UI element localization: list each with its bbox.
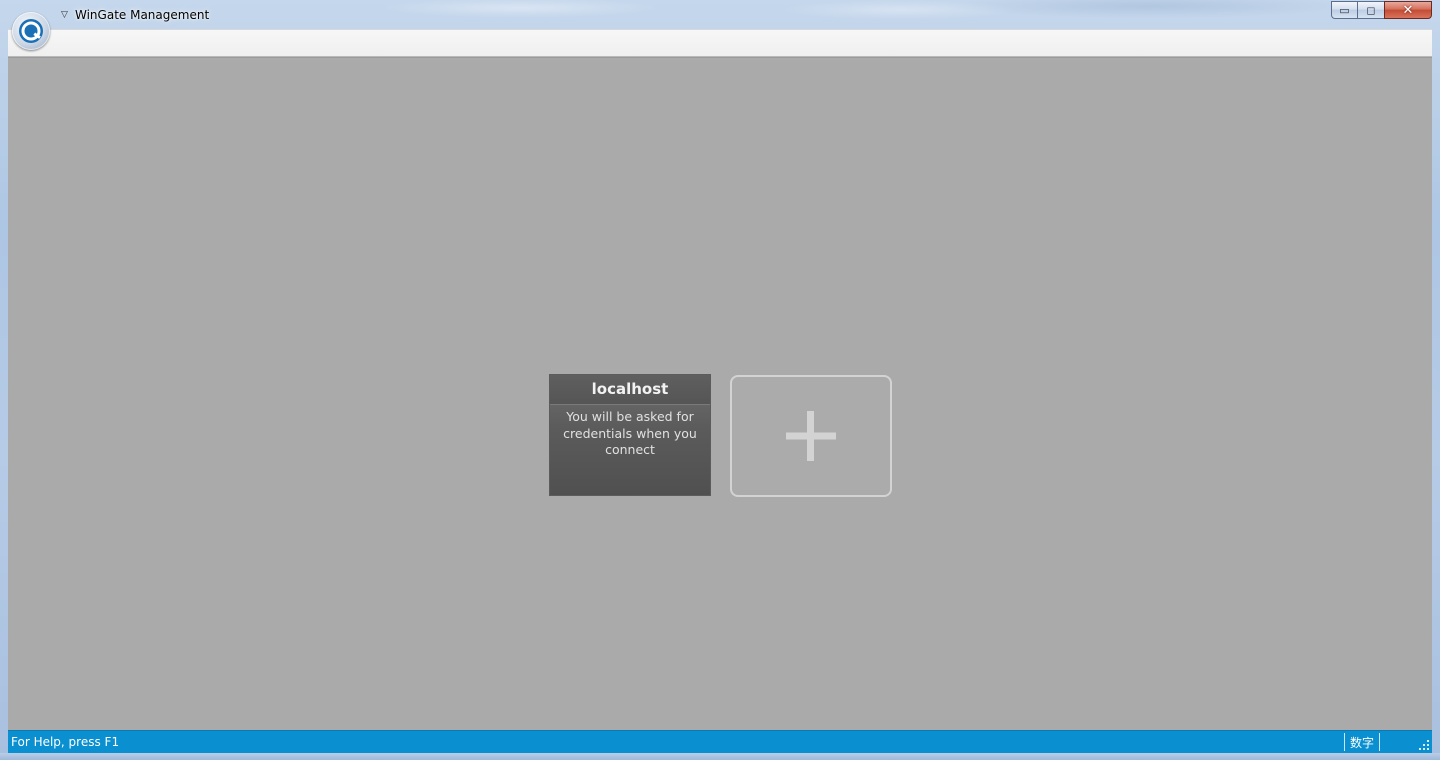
maximize-button[interactable]: ◻ bbox=[1357, 1, 1385, 19]
resize-grip-icon[interactable] bbox=[1418, 739, 1430, 751]
window-title: WinGate Management bbox=[75, 8, 210, 22]
server-tile-localhost[interactable]: localhost You will be asked for credenti… bbox=[550, 375, 710, 495]
server-name: localhost bbox=[550, 375, 710, 405]
title-bar-background bbox=[0, 0, 1440, 30]
server-list-area: localhost You will be asked for credenti… bbox=[8, 57, 1432, 730]
server-description: You will be asked for credentials when y… bbox=[563, 409, 697, 457]
quick-access-dropdown-icon[interactable]: ▽ bbox=[61, 10, 71, 20]
status-separator bbox=[1344, 733, 1345, 751]
toolbar-band bbox=[8, 29, 1432, 57]
minimize-icon: ▭ bbox=[1339, 3, 1350, 17]
minimize-button[interactable]: ▭ bbox=[1331, 1, 1358, 19]
add-server-button[interactable] bbox=[730, 375, 892, 497]
plus-icon bbox=[786, 411, 836, 461]
close-button[interactable]: ✕ bbox=[1384, 1, 1432, 19]
status-bar: For Help, press F1 数字 bbox=[8, 730, 1432, 753]
window-bottom-border bbox=[0, 753, 1440, 760]
close-icon: ✕ bbox=[1402, 2, 1414, 18]
maximize-icon: ◻ bbox=[1366, 3, 1376, 17]
status-help-text: For Help, press F1 bbox=[11, 735, 120, 749]
app-logo-icon[interactable] bbox=[12, 12, 50, 50]
status-numlock-indicator: 数字 bbox=[1350, 736, 1375, 750]
status-separator bbox=[1379, 733, 1380, 751]
